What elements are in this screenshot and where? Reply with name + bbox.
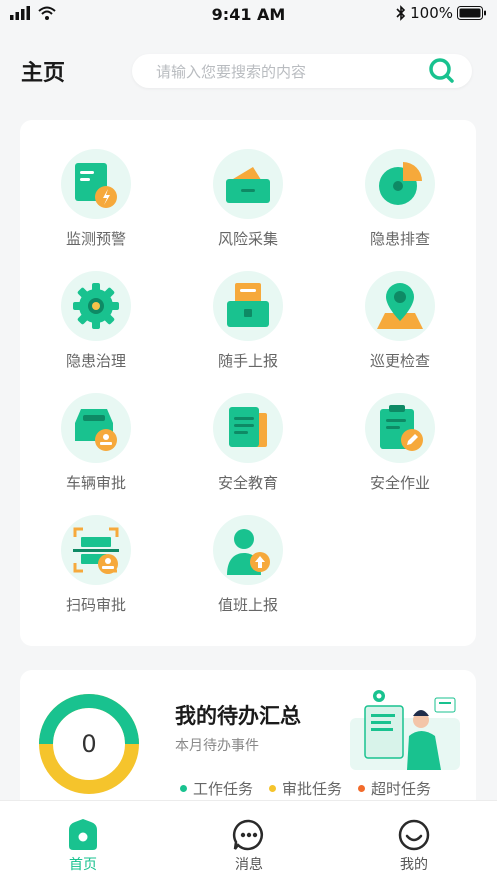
safety-education-icon-bg bbox=[213, 393, 283, 463]
tile-hazard-check[interactable]: 隐患排查 bbox=[330, 120, 470, 248]
tile-vehicle-approval[interactable]: 车辆审批 bbox=[26, 364, 166, 492]
todo-legend: 工作任务 审批任务 超时任务 bbox=[180, 778, 431, 799]
tile-scan-approval[interactable]: 扫码审批 bbox=[26, 486, 166, 614]
tab-home[interactable]: 首页 bbox=[0, 801, 166, 884]
vehicle-approval-icon bbox=[75, 409, 117, 451]
hazard-check-icon bbox=[379, 162, 422, 205]
todo-subtitle: 本月待办事件 bbox=[175, 738, 259, 754]
status-right: 100% bbox=[396, 4, 487, 22]
tile-monitor-warning[interactable]: 监测预警 bbox=[26, 120, 166, 248]
hazard-govern-icon bbox=[73, 283, 119, 329]
legend-item-approval: 审批任务 bbox=[269, 778, 342, 799]
legend-dot bbox=[269, 785, 277, 792]
tab-label: 首页 bbox=[69, 857, 97, 873]
tile-safety-education[interactable]: 安全教育 bbox=[178, 364, 318, 492]
legend-dot bbox=[358, 785, 366, 792]
search-input[interactable] bbox=[154, 60, 418, 84]
legend-label: 审批任务 bbox=[282, 780, 343, 798]
patrol-icon bbox=[377, 283, 423, 329]
duty-report-icon-bg bbox=[213, 515, 283, 585]
tile-label: 值班上报 bbox=[217, 596, 278, 614]
header: 主页 bbox=[0, 40, 497, 100]
todo-title: 我的待办汇总 bbox=[175, 704, 301, 728]
tile-label: 扫码审批 bbox=[65, 596, 126, 614]
safety-work-icon-bg bbox=[365, 393, 435, 463]
duty-report-icon bbox=[227, 529, 270, 575]
search-bar[interactable] bbox=[132, 54, 472, 88]
tab-label: 消息 bbox=[235, 857, 263, 873]
feature-grid-card: 监测预警 风险采集 隐患排查 隐患治理 随手上报 巡更检查 车辆审批 安全教育 … bbox=[20, 120, 476, 646]
scan-approval-icon bbox=[73, 527, 119, 574]
search-icon[interactable] bbox=[426, 55, 458, 87]
tab-profile[interactable]: 我的 bbox=[331, 801, 497, 884]
message-icon bbox=[232, 819, 263, 851]
monitor-warning-icon-bg bbox=[61, 149, 131, 219]
tab-messages[interactable]: 消息 bbox=[166, 801, 332, 884]
legend-label: 工作任务 bbox=[193, 780, 254, 798]
legend-label: 超时任务 bbox=[371, 780, 432, 798]
vehicle-approval-icon-bg bbox=[61, 393, 131, 463]
safety-education-icon bbox=[229, 407, 267, 447]
legend-dot bbox=[180, 785, 187, 792]
risk-collect-icon-bg bbox=[213, 149, 283, 219]
safety-work-icon bbox=[380, 405, 423, 451]
tile-safety-work[interactable]: 安全作业 bbox=[330, 364, 470, 492]
home-icon bbox=[69, 819, 97, 850]
tile-risk-collect[interactable]: 风险采集 bbox=[178, 120, 318, 248]
hazard-govern-icon-bg bbox=[61, 271, 131, 341]
legend-item-work: 工作任务 bbox=[180, 778, 253, 799]
battery-percent: 100% bbox=[410, 4, 453, 22]
todo-count: 0 bbox=[81, 730, 97, 758]
risk-collect-icon bbox=[226, 167, 270, 203]
tile-hazard-govern[interactable]: 隐患治理 bbox=[26, 242, 166, 370]
worker-illustration bbox=[350, 690, 460, 770]
tab-label: 我的 bbox=[400, 857, 428, 873]
profile-icon bbox=[398, 819, 430, 851]
status-bar: 9:41 AM 100% bbox=[0, 0, 497, 30]
monitor-warning-icon bbox=[75, 163, 117, 208]
quick-report-icon bbox=[227, 283, 269, 327]
bluetooth-icon bbox=[396, 5, 406, 21]
tile-quick-report[interactable]: 随手上报 bbox=[178, 242, 318, 370]
scan-approval-icon-bg bbox=[61, 515, 131, 585]
page-title: 主页 bbox=[21, 61, 66, 86]
quick-report-icon-bg bbox=[213, 271, 283, 341]
tile-duty-report[interactable]: 值班上报 bbox=[178, 486, 318, 614]
patrol-icon-bg bbox=[365, 271, 435, 341]
battery-icon bbox=[457, 6, 486, 20]
legend-item-overdue: 超时任务 bbox=[358, 778, 431, 799]
hazard-check-icon-bg bbox=[365, 149, 435, 219]
tile-label: 安全作业 bbox=[369, 474, 430, 492]
tile-patrol[interactable]: 巡更检查 bbox=[330, 242, 470, 370]
bottom-tab-bar: 首页 消息 我的 bbox=[0, 800, 497, 884]
